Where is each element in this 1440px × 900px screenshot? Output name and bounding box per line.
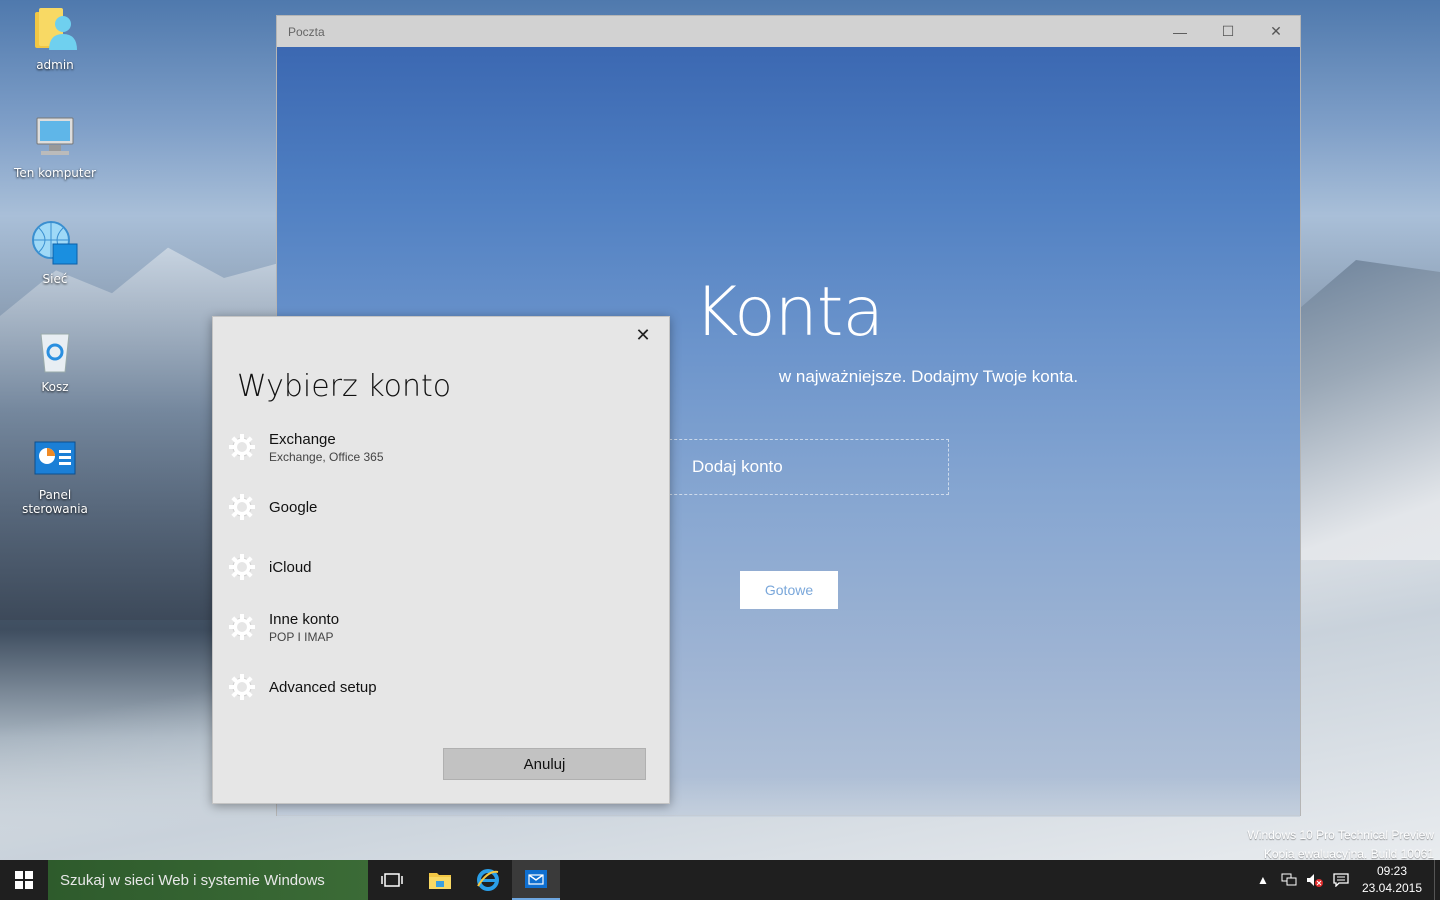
done-label: Gotowe bbox=[764, 582, 814, 598]
internet-explorer-icon bbox=[477, 869, 499, 891]
build-watermark: Windows 10 Pro Technical Preview Kopia e… bbox=[1247, 826, 1434, 864]
show-desktop-button[interactable] bbox=[1434, 860, 1440, 900]
file-explorer-icon bbox=[429, 873, 451, 889]
desktop-icon-label: admin bbox=[36, 58, 74, 72]
system-tray: ▲ 09:23 23.04.2015 bbox=[1250, 860, 1440, 900]
watermark-line1: Windows 10 Pro Technical Preview bbox=[1247, 828, 1434, 842]
volume-muted-icon[interactable] bbox=[1302, 860, 1328, 900]
gear-icon bbox=[229, 614, 255, 640]
account-option-google[interactable]: Google bbox=[227, 483, 647, 531]
dialog-close-button[interactable]: ✕ bbox=[631, 323, 655, 347]
window-title: Poczta bbox=[288, 24, 325, 39]
user-folder-icon bbox=[31, 6, 79, 54]
desktop-icon-admin[interactable]: admin bbox=[10, 6, 100, 72]
cancel-label: Anuluj bbox=[523, 755, 566, 773]
gear-icon bbox=[229, 434, 255, 460]
choose-account-dialog: ✕ Wybierz konto Exchange Exchange, Offic… bbox=[212, 316, 670, 804]
account-sub: Exchange, Office 365 bbox=[269, 449, 384, 464]
account-option-advanced[interactable]: Advanced setup bbox=[227, 663, 647, 711]
account-option-icloud[interactable]: iCloud bbox=[227, 543, 647, 591]
clock-date: 23.04.2015 bbox=[1361, 881, 1423, 895]
done-button[interactable]: Gotowe bbox=[740, 571, 838, 609]
task-view-button[interactable] bbox=[368, 860, 416, 900]
windows-logo-icon bbox=[15, 871, 33, 889]
dialog-title: Wybierz konto bbox=[237, 369, 452, 404]
taskbar-search-box[interactable]: Szukaj w sieci Web i systemie Windows bbox=[48, 860, 368, 900]
show-hidden-icons-button[interactable]: ▲ bbox=[1250, 860, 1276, 900]
desktop-icon-network[interactable]: Sieć bbox=[10, 220, 100, 286]
mail-titlebar[interactable]: Poczta — ☐ ✕ bbox=[277, 16, 1300, 47]
taskbar: Szukaj w sieci Web i systemie Windows ▲ bbox=[0, 860, 1440, 900]
start-button[interactable] bbox=[0, 860, 48, 900]
account-name: Inne konto bbox=[269, 610, 340, 628]
computer-icon bbox=[31, 114, 79, 162]
mail-taskbar-button[interactable] bbox=[512, 860, 560, 900]
maximize-button[interactable]: ☐ bbox=[1204, 16, 1252, 47]
cancel-button[interactable]: Anuluj bbox=[443, 748, 646, 780]
account-name: Exchange bbox=[269, 430, 336, 448]
network-status-icon[interactable] bbox=[1276, 860, 1302, 900]
add-account-button[interactable]: Dodaj konto bbox=[649, 439, 949, 495]
file-explorer-button[interactable] bbox=[416, 860, 464, 900]
minimize-button[interactable]: — bbox=[1156, 16, 1204, 47]
account-option-exchange[interactable]: Exchange Exchange, Office 365 bbox=[227, 423, 647, 471]
desktop-icon-label: Kosz bbox=[41, 380, 69, 394]
recycle-bin-icon bbox=[31, 328, 79, 376]
account-option-other[interactable]: Inne konto POP I IMAP bbox=[227, 603, 647, 651]
close-window-button[interactable]: ✕ bbox=[1252, 16, 1300, 47]
search-placeholder: Szukaj w sieci Web i systemie Windows bbox=[60, 871, 325, 889]
mail-icon bbox=[525, 870, 547, 888]
account-sub: POP I IMAP bbox=[269, 629, 334, 644]
action-center-icon[interactable] bbox=[1328, 860, 1354, 900]
gear-icon bbox=[229, 494, 255, 520]
account-name: Advanced setup bbox=[269, 678, 377, 696]
desktop-icon-recycle-bin[interactable]: Kosz bbox=[10, 328, 100, 394]
desktop-icon-label: Sieć bbox=[42, 272, 68, 286]
network-icon bbox=[31, 220, 79, 268]
gear-icon bbox=[229, 674, 255, 700]
desktop-icon-label: Panel sterowania bbox=[22, 488, 88, 516]
account-name: Google bbox=[269, 498, 318, 516]
add-account-label: Dodaj konto bbox=[692, 457, 783, 476]
task-view-icon bbox=[381, 873, 403, 887]
desktop-icon-control-panel[interactable]: Panel sterowania bbox=[10, 436, 100, 516]
desktop-icon-computer[interactable]: Ten komputer bbox=[10, 114, 100, 180]
clock-time: 09:23 bbox=[1376, 864, 1408, 878]
account-name: iCloud bbox=[269, 558, 312, 576]
control-panel-icon bbox=[31, 436, 79, 484]
gear-icon bbox=[229, 554, 255, 580]
internet-explorer-button[interactable] bbox=[464, 860, 512, 900]
clock[interactable]: 09:23 23.04.2015 bbox=[1354, 863, 1430, 897]
desktop-icon-label: Ten komputer bbox=[14, 166, 96, 180]
